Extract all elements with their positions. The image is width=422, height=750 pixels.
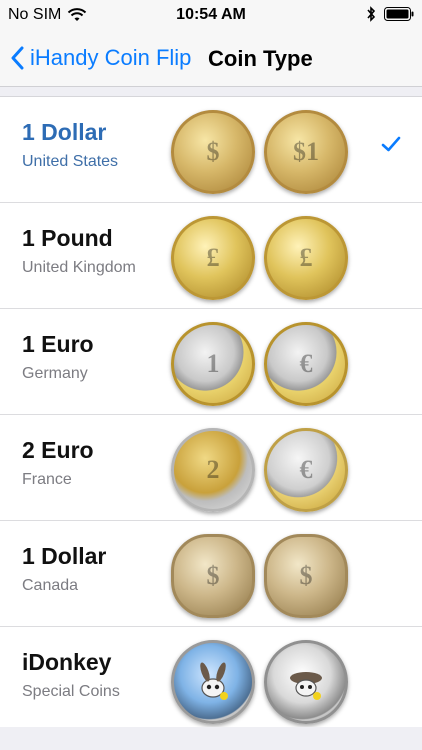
battery-icon — [384, 7, 414, 21]
donkey-icon — [200, 662, 228, 700]
checkmark-icon — [381, 136, 401, 152]
germany-euro-front-image: 1 — [171, 322, 255, 406]
uk-pound-front-image: £ — [171, 216, 255, 300]
coin-row-canada-dollar[interactable]: 1 Dollar Canada $ $ — [0, 521, 422, 627]
bluetooth-icon — [367, 6, 376, 22]
coin-name: 1 Dollar — [22, 543, 107, 569]
us-dollar-front-image: $ — [171, 110, 255, 194]
coin-row-france-2-euro[interactable]: 2 Euro France 2 € — [0, 415, 422, 521]
coin-row-idonkey[interactable]: iDonkey Special Coins — [0, 627, 422, 732]
donkey-icon — [290, 672, 322, 700]
coin-name: 2 Euro — [22, 437, 94, 463]
coin-country: United Kingdom — [22, 259, 136, 276]
canada-dollar-front-image: $ — [171, 534, 255, 618]
france-2-euro-front-image: 2 — [171, 428, 255, 512]
canada-dollar-back-image: $ — [264, 534, 348, 618]
status-bar-right — [366, 6, 414, 22]
page-title: Coin Type — [208, 46, 313, 71]
coin-row-germany-euro[interactable]: 1 Euro Germany 1 € — [0, 309, 422, 415]
coin-name: iDonkey — [22, 649, 112, 675]
coin-row-uk-pound[interactable]: 1 Pound United Kingdom £ £ — [0, 203, 422, 309]
list-footer-space — [0, 727, 422, 750]
germany-euro-back-image: € — [264, 322, 348, 406]
idonkey-back-image — [264, 640, 348, 724]
back-button[interactable]: iHandy Coin Flip — [10, 40, 191, 76]
coin-name: 1 Pound — [22, 225, 113, 251]
coin-row-us-dollar[interactable]: 1 Dollar United States $ $1 — [0, 97, 422, 203]
status-bar: No SIM 10:54 AM — [0, 0, 422, 30]
france-2-euro-back-image: € — [264, 428, 348, 512]
coin-name: 1 Dollar — [22, 119, 107, 145]
coin-country: France — [22, 471, 72, 488]
status-time: 10:54 AM — [176, 6, 246, 23]
navigation-bar: iHandy Coin Flip Coin Type — [0, 30, 422, 87]
coin-country: Special Coins — [22, 683, 120, 700]
coin-type-list: 1 Dollar United States $ $1 1 Pound Unit… — [0, 96, 422, 733]
us-dollar-back-image: $1 — [264, 110, 348, 194]
back-button-label: iHandy Coin Flip — [30, 45, 192, 70]
coin-country: United States — [22, 153, 119, 170]
uk-pound-back-image: £ — [264, 216, 348, 300]
coin-country: Canada — [22, 577, 79, 594]
coin-country: Germany — [22, 365, 88, 382]
chevron-left-icon — [11, 46, 24, 70]
coin-name: 1 Euro — [22, 331, 94, 357]
idonkey-front-image — [171, 640, 255, 724]
